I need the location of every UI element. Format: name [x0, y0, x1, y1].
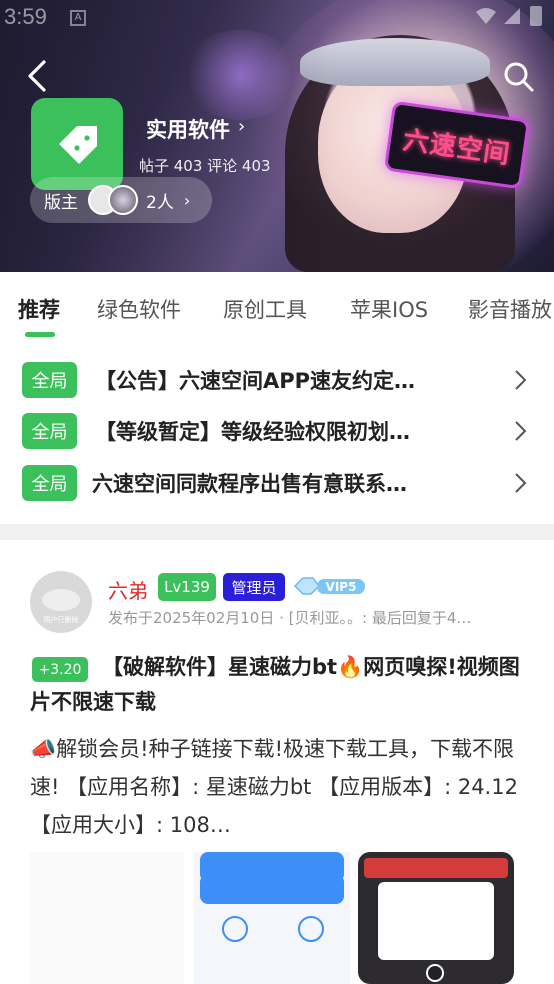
pinned-post[interactable]: 全局 六速空间同款程序出售有意联系… [0, 465, 554, 509]
image-ui-bar [200, 874, 344, 904]
tab-apple-ios[interactable]: 苹果IOS [350, 294, 428, 324]
post-image-2[interactable] [194, 852, 350, 984]
vip-text: VIP5 [326, 580, 357, 594]
pinned-post[interactable]: 全局 【公告】六速空间APP速友约定… [0, 362, 554, 406]
image-ui-circle [298, 916, 324, 942]
global-badge: 全局 [22, 413, 77, 449]
author-avatar[interactable]: 用户已删除 [30, 571, 92, 633]
pinned-title: 【公告】六速空间APP速友约定… [95, 369, 416, 393]
moderator-label: 版主 [44, 192, 78, 213]
avatar-placeholder-face [42, 589, 80, 611]
back-arrow-icon[interactable] [20, 58, 56, 94]
tab-original-tools[interactable]: 原创工具 [223, 294, 307, 324]
moderator-avatars [88, 185, 138, 215]
post-image-1[interactable] [30, 852, 184, 984]
category-tabs: 推荐 绿色软件 原创工具 苹果IOS 影音播放 [0, 272, 554, 342]
pinned-post[interactable]: 全局 【等级暂定】等级经验权限初划… [0, 413, 554, 457]
global-badge: 全局 [22, 465, 77, 501]
avatar-caption: 用户已删除 [43, 616, 79, 624]
level-badge: Lv139 [158, 573, 216, 601]
status-bar: 3:59 A [0, 0, 554, 36]
avatar [108, 185, 138, 215]
chevron-right-icon [515, 370, 527, 390]
forum-info-chevron-icon[interactable]: › [238, 116, 245, 137]
tab-green-software[interactable]: 绿色软件 [97, 294, 181, 324]
banner-sign-text: 六速空间 [401, 125, 513, 170]
wifi-icon [476, 8, 496, 24]
image-ui-dialog [378, 882, 494, 960]
forum-stats: 帖子 403 评论 403 [139, 157, 271, 175]
active-tab-indicator [25, 332, 55, 337]
chevron-right-icon [515, 421, 527, 441]
pinned-title: 六速空间同款程序出售有意联系… [92, 472, 407, 496]
post-excerpt[interactable]: 📣解锁会员!种子链接下载!极速下载工具，下载不限速! 【应用名称】: 星速磁力b… [30, 730, 526, 844]
image-ui-header [364, 858, 508, 878]
admin-badge: 管理员 [223, 573, 285, 601]
chevron-right-icon [515, 473, 527, 493]
tab-media-player[interactable]: 影音播放 [468, 294, 552, 324]
vip-badge: VIP5 [293, 577, 365, 595]
post-title[interactable]: 【破解软件】星速磁力bt🔥网页嗅探!视频图片不限速下载 [30, 650, 530, 720]
global-badge: 全局 [22, 362, 77, 398]
pinned-title: 【等级暂定】等级经验权限初划… [95, 420, 410, 444]
status-time: 3:59 [4, 4, 47, 29]
search-icon[interactable] [502, 60, 536, 94]
section-divider [0, 524, 554, 540]
post-meta: 发布于2025年02月10日 · [贝利亚。。: 最后回复于4… [108, 609, 472, 627]
score-badge: +3.20 [32, 657, 88, 682]
author-name[interactable]: 六弟 [108, 575, 148, 604]
battery-icon [530, 6, 542, 26]
forum-name[interactable]: 实用软件 [146, 114, 230, 144]
post-image-3[interactable] [358, 852, 514, 984]
moderator-button[interactable]: 版主 2人 › [30, 177, 212, 223]
chevron-right-icon: › [183, 190, 191, 210]
moderator-count: 2人 [146, 192, 174, 213]
tab-recommend[interactable]: 推荐 [18, 294, 60, 324]
signal-icon [504, 8, 520, 24]
image-ui-circle [222, 916, 248, 942]
android-tag-icon [59, 126, 97, 164]
close-icon [426, 964, 444, 982]
notification-icon: A [70, 10, 86, 26]
